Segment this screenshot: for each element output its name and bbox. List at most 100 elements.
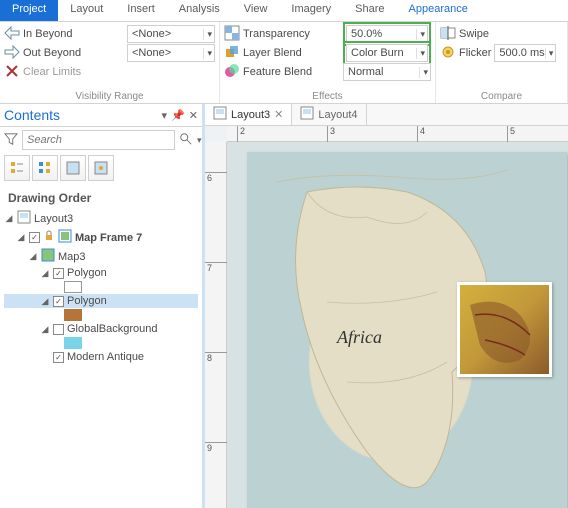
polygon2-swatch-row [4, 308, 198, 322]
feature-blend-combo[interactable]: Normal▾ [343, 63, 431, 81]
close-tab-icon[interactable]: ✕ [274, 108, 283, 121]
node-map3[interactable]: ◢ Map3 [4, 247, 198, 266]
feature-blend-label: Feature Blend [243, 66, 312, 78]
doc-tab-layout4[interactable]: Layout4 [292, 104, 366, 125]
feature-blend-value: Normal [348, 66, 383, 78]
in-beyond-value: <None> [132, 28, 171, 40]
tab-project[interactable]: Project [0, 0, 58, 21]
layout-page: Africa [247, 152, 567, 508]
node-polygon2[interactable]: ◢ ✓ Polygon [4, 294, 198, 308]
layout-tab-icon [300, 106, 314, 123]
polygon2-swatch [64, 309, 82, 321]
contents-toolbar [0, 153, 202, 185]
layer-blend-combo[interactable]: Color Burn▾ [346, 44, 428, 62]
polygon1-swatch-row [4, 280, 198, 294]
node-layout3[interactable]: ◢ Layout3 [4, 209, 198, 228]
in-beyond-icon [4, 25, 20, 44]
tab-analysis[interactable]: Analysis [167, 0, 232, 21]
modern-label: Modern Antique [67, 351, 144, 363]
doc-tab-layout3[interactable]: Layout3 ✕ [205, 104, 292, 125]
group-visibility-range: In Beyond <None>▾ Out Beyond <None>▾ Cle… [0, 22, 220, 103]
main-area: Contents ▾ 📌 ✕ ▾ Drawing Order ◢ Layo [0, 104, 568, 508]
list-by-drawing-icon[interactable] [4, 155, 30, 181]
polygon2-label: Polygon [67, 295, 107, 307]
out-beyond-combo[interactable]: <None>▾ [127, 44, 215, 62]
document-tabs: Layout3 ✕ Layout4 [205, 104, 568, 126]
ruler-horizontal: 2 3 4 5 [227, 126, 568, 142]
pin-icon[interactable]: 📌 [171, 109, 185, 122]
ruler-tick: 8 [205, 352, 227, 363]
flicker-value: 500.0 ms [499, 47, 544, 59]
layer-blend-label: Layer Blend [243, 47, 302, 59]
polygon2-checkbox[interactable]: ✓ [53, 296, 64, 307]
polygon1-label: Polygon [67, 267, 107, 279]
ruler-tick: 6 [205, 172, 227, 183]
close-icon[interactable]: ✕ [189, 109, 198, 122]
list-by-selection-icon[interactable] [60, 155, 86, 181]
layout-icon [17, 210, 31, 227]
search-menu-icon[interactable]: ▾ [197, 135, 202, 146]
tab-appearance[interactable]: Appearance [397, 0, 480, 21]
feature-blend-icon [224, 63, 240, 82]
map-inset [457, 282, 552, 377]
transparency-icon [224, 25, 240, 44]
tab-share[interactable]: Share [343, 0, 396, 21]
ruler-tick: 3 [327, 126, 335, 142]
swipe-button[interactable]: Swipe [459, 28, 489, 40]
globalbg-swatch [64, 337, 82, 349]
ruler-tick: 4 [417, 126, 425, 142]
flicker-icon [440, 44, 456, 63]
swipe-icon [440, 25, 456, 44]
tab-view[interactable]: View [232, 0, 280, 21]
contents-tree: Drawing Order ◢ Layout3 ◢ ✓ Map Frame 7 … [0, 185, 202, 372]
tab-layout[interactable]: Layout [58, 0, 115, 21]
ribbon: In Beyond <None>▾ Out Beyond <None>▾ Cle… [0, 22, 568, 104]
tab-imagery[interactable]: Imagery [279, 0, 343, 21]
flicker-button[interactable]: Flicker [459, 47, 491, 59]
ruler-tick: 9 [205, 442, 227, 453]
out-beyond-label[interactable]: Out Beyond [23, 47, 81, 59]
search-icon[interactable] [179, 132, 193, 149]
group-compare: Swipe Flicker 500.0 ms▾ Compare [436, 22, 568, 103]
document-area: Layout3 ✕ Layout4 2 3 4 5 6 7 8 9 [205, 104, 568, 508]
modern-checkbox[interactable]: ✓ [53, 352, 64, 363]
drawing-order-label: Drawing Order [8, 191, 198, 205]
map-frame-checkbox[interactable]: ✓ [29, 232, 40, 243]
layer-blend-value: Color Burn [351, 47, 404, 59]
node-modern-antique[interactable]: ◢ ✓ Modern Antique [4, 350, 198, 364]
doc-tab-layout3-label: Layout3 [231, 109, 270, 121]
node-map-frame[interactable]: ◢ ✓ Map Frame 7 [4, 228, 198, 247]
layout-tab-icon [213, 106, 227, 123]
ruler-tick: 7 [205, 262, 227, 273]
ruler-tick: 2 [237, 126, 245, 142]
list-by-snapping-icon[interactable] [88, 155, 114, 181]
search-input[interactable] [22, 130, 175, 150]
ruler-tick: 5 [507, 126, 515, 142]
menu-icon[interactable]: ▾ [162, 109, 168, 122]
in-beyond-label[interactable]: In Beyond [23, 28, 73, 40]
node-polygon1[interactable]: ◢ ✓ Polygon [4, 266, 198, 280]
transparency-value: 50.0% [351, 28, 382, 40]
globalbg-checkbox[interactable] [53, 324, 64, 335]
ruler-vertical: 6 7 8 9 [205, 142, 227, 508]
globalbg-label: GlobalBackground [67, 323, 158, 335]
flicker-combo[interactable]: 500.0 ms▾ [494, 44, 556, 62]
clear-limits-button[interactable]: Clear Limits [23, 66, 81, 78]
tab-insert[interactable]: Insert [115, 0, 167, 21]
layer-blend-highlight: Color Burn▾ [343, 41, 431, 65]
filter-icon[interactable] [4, 132, 18, 149]
group-effects-label: Effects [224, 90, 431, 103]
contents-header: Contents ▾ 📌 ✕ [0, 104, 202, 127]
map-frame-label: Map Frame 7 [75, 232, 142, 244]
group-visibility-label: Visibility Range [4, 90, 215, 103]
layer-blend-icon [224, 44, 240, 63]
out-beyond-icon [4, 44, 20, 63]
in-beyond-combo[interactable]: <None>▾ [127, 25, 215, 43]
polygon1-checkbox[interactable]: ✓ [53, 268, 64, 279]
layout-canvas[interactable]: Africa [227, 142, 568, 508]
list-by-source-icon[interactable] [32, 155, 58, 181]
map-icon [41, 248, 55, 265]
map-africa: Africa [247, 152, 567, 508]
node-global-bg[interactable]: ◢ GlobalBackground [4, 322, 198, 336]
map-label: Map3 [58, 251, 86, 263]
